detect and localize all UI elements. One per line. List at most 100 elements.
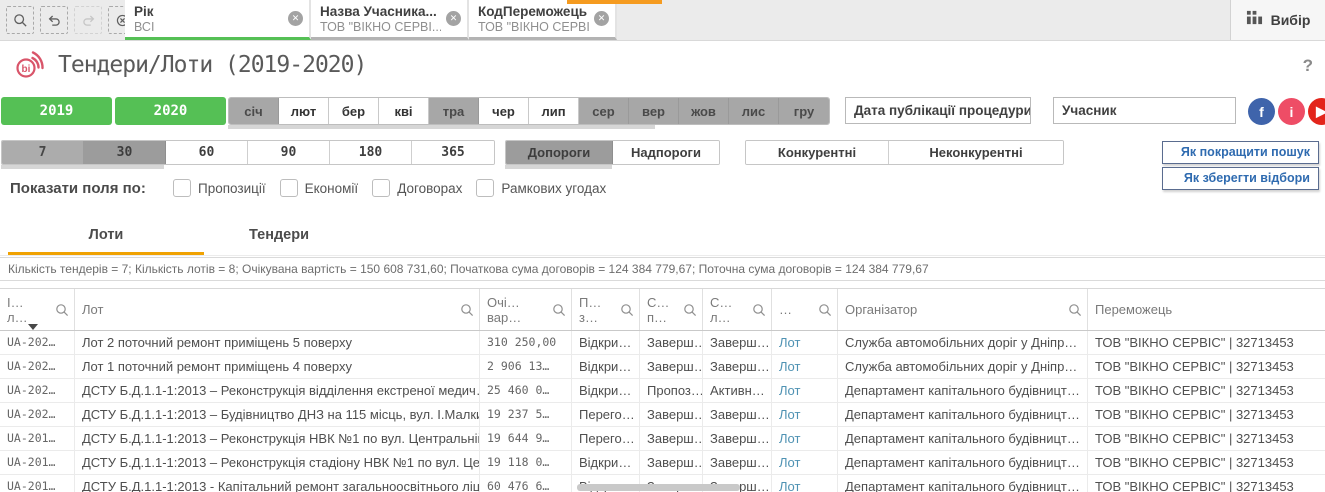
smart-search-icon[interactable] — [6, 6, 34, 34]
column-header-lot-id[interactable]: І… л… — [0, 289, 75, 330]
dayranges-button-4[interactable]: 90 — [248, 141, 330, 164]
day-range-scrollbar[interactable] — [1, 165, 164, 169]
cell-link[interactable]: Лот — [772, 331, 838, 354]
cell-status-procedure[interactable]: Заверш… — [640, 355, 703, 378]
cell-organizer[interactable]: Департамент капітального будівницт… — [838, 379, 1088, 402]
dayranges-button-5[interactable]: 180 — [330, 141, 412, 164]
selections-back-icon[interactable] — [40, 6, 68, 34]
year-button-2019[interactable]: 2019 — [1, 97, 112, 125]
tab-loty[interactable]: Лоти — [8, 217, 204, 255]
cell-expected-value[interactable]: 25 460 0… — [480, 379, 572, 402]
thresholds-button-2[interactable]: Надпороги — [613, 141, 719, 164]
cell-lot-id[interactable]: UA-201… — [0, 475, 75, 492]
cell-lot[interactable]: ДСТУ Б.Д.1.1-1:2013 – Реконструкція відд… — [75, 379, 480, 402]
column-header-winner[interactable]: Переможець — [1088, 289, 1325, 330]
column-header-expected-value[interactable]: Очі… вар… — [480, 289, 572, 330]
cell-lot[interactable]: Лот 2 поточний ремонт приміщень 5 поверх… — [75, 331, 480, 354]
cell-lot-id[interactable]: UA-202… — [0, 355, 75, 378]
cell-status-procedure[interactable]: Заверш… — [640, 451, 703, 474]
cell-organizer[interactable]: Служба автомобільних доріг у Дніпр… — [838, 355, 1088, 378]
checkbox-icon[interactable] — [476, 179, 495, 197]
month-button-6[interactable]: чер — [479, 98, 529, 124]
cell-lot[interactable]: ДСТУ Б.Д.1.1-1:2013 – Реконструкція стад… — [75, 451, 480, 474]
search-icon[interactable] — [552, 303, 566, 320]
month-button-3[interactable]: бер — [329, 98, 379, 124]
checkbox-icon[interactable] — [279, 179, 298, 197]
cell-winner[interactable]: ТОВ "ВІКНО СЕРВІС" | 32713453 — [1088, 379, 1325, 402]
close-icon[interactable]: ✕ — [446, 11, 461, 26]
cell-status-lot[interactable]: Заверш… — [703, 427, 772, 450]
cell-procedure[interactable]: Відкри… — [572, 451, 640, 474]
column-header-organizer[interactable]: Організатор — [838, 289, 1088, 330]
date-search-box[interactable]: Дата публікації процедури — [845, 97, 1031, 124]
cell-lot-id[interactable]: UA-202… — [0, 379, 75, 402]
search-icon[interactable] — [55, 303, 69, 320]
cell-status-procedure[interactable]: Заверш… — [640, 427, 703, 450]
column-header-lot[interactable]: Лот — [75, 289, 480, 330]
dayranges-button-6[interactable]: 365 — [412, 141, 494, 164]
month-button-5[interactable]: тра — [429, 98, 479, 124]
cell-organizer[interactable]: Департамент капітального будівницт… — [838, 451, 1088, 474]
cell-status-lot[interactable]: Заверш… — [703, 331, 772, 354]
cell-expected-value[interactable]: 19 644 9… — [480, 427, 572, 450]
participant-search-box[interactable]: Учасник — [1053, 97, 1236, 124]
save-selections-button[interactable]: Як зберегти відбори — [1162, 167, 1319, 190]
month-button-9[interactable]: вер — [629, 98, 679, 124]
dayranges-button-1[interactable]: 7 — [2, 141, 84, 164]
competition-button-1[interactable]: Конкурентні — [746, 141, 889, 164]
cell-expected-value[interactable]: 60 476 6… — [480, 475, 572, 492]
column-header-link[interactable]: … — [772, 289, 838, 330]
selection-chip-1[interactable]: Рік ВСІ ✕ — [125, 0, 311, 40]
cell-winner[interactable]: ТОВ "ВІКНО СЕРВІС" | 32713453 — [1088, 355, 1325, 378]
cell-status-lot[interactable]: Заверш… — [703, 403, 772, 426]
selections-panel-toggle[interactable]: Вибір — [1230, 0, 1325, 40]
month-button-2[interactable]: лют — [279, 98, 329, 124]
checkbox-icon[interactable] — [372, 179, 391, 197]
cell-status-lot[interactable]: Заверш… — [703, 451, 772, 474]
search-icon[interactable] — [818, 303, 832, 320]
cell-status-procedure[interactable]: Пропоз… — [640, 379, 703, 402]
cell-organizer[interactable]: Служба автомобільних доріг у Дніпр… — [838, 331, 1088, 354]
cell-expected-value[interactable]: 2 906 13… — [480, 355, 572, 378]
threshold-scrollbar[interactable] — [505, 165, 612, 169]
cell-lot[interactable]: ДСТУ Б.Д.1.1-1:2013 – Будівництво ДНЗ на… — [75, 403, 480, 426]
cell-lot-id[interactable]: UA-202… — [0, 403, 75, 426]
cell-organizer[interactable]: Департамент капітального будівницт… — [838, 403, 1088, 426]
cell-procedure[interactable]: Відкри… — [572, 331, 640, 354]
year-button-2020[interactable]: 2020 — [115, 97, 226, 125]
cell-procedure[interactable]: Перего… — [572, 403, 640, 426]
month-button-11[interactable]: лис — [729, 98, 779, 124]
search-icon[interactable] — [620, 303, 634, 320]
month-button-7[interactable]: лип — [529, 98, 579, 124]
dayranges-button-3[interactable]: 60 — [166, 141, 248, 164]
thresholds-button-1[interactable]: Допороги — [506, 141, 613, 164]
column-header-status-lot[interactable]: С… л… — [703, 289, 772, 330]
months-scrollbar[interactable] — [228, 125, 655, 129]
close-icon[interactable]: ✕ — [594, 11, 609, 26]
cell-lot-id[interactable]: UA-201… — [0, 451, 75, 474]
cell-expected-value[interactable]: 310 250,00 — [480, 331, 572, 354]
youtube-icon[interactable]: ▶ — [1308, 98, 1325, 125]
cell-winner[interactable]: ТОВ "ВІКНО СЕРВІС" | 32713453 — [1088, 427, 1325, 450]
cell-procedure[interactable]: Перего… — [572, 427, 640, 450]
dayranges-button-2[interactable]: 30 — [84, 141, 166, 164]
cell-winner[interactable]: ТОВ "ВІКНО СЕРВІС" | 32713453 — [1088, 451, 1325, 474]
improve-search-button[interactable]: Як покращити пошук — [1162, 141, 1319, 164]
cell-lot-id[interactable]: UA-201… — [0, 427, 75, 450]
cell-status-procedure[interactable]: Заверш… — [640, 403, 703, 426]
cell-link[interactable]: Лот — [772, 403, 838, 426]
close-icon[interactable]: ✕ — [288, 11, 303, 26]
cell-procedure[interactable]: Відкри… — [572, 379, 640, 402]
table-horizontal-scrollbar[interactable] — [577, 484, 740, 491]
cell-link[interactable]: Лот — [772, 379, 838, 402]
cell-lot-id[interactable]: UA-202… — [0, 331, 75, 354]
cell-status-lot[interactable]: Активн… — [703, 379, 772, 402]
cell-winner[interactable]: ТОВ "ВІКНО СЕРВІС" | 32713453 — [1088, 475, 1325, 492]
month-button-12[interactable]: гру — [779, 98, 829, 124]
tab-tendery[interactable]: Тендери — [204, 217, 354, 252]
cell-link[interactable]: Лот — [772, 355, 838, 378]
competition-button-2[interactable]: Неконкурентні — [889, 141, 1063, 164]
cell-status-lot[interactable]: Заверш… — [703, 355, 772, 378]
search-icon[interactable] — [752, 303, 766, 320]
cell-link[interactable]: Лот — [772, 451, 838, 474]
